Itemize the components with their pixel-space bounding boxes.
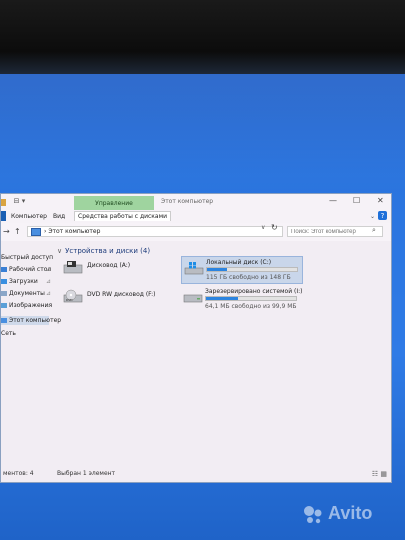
ribbon: Компьютер Вид Средства работы с дисками … xyxy=(1,210,391,224)
ribbon-collapse-icon[interactable]: ⌄ xyxy=(370,213,375,220)
chevron-down-icon: ∨ xyxy=(57,247,63,255)
drive-local-c[interactable]: Локальный диск (C:) 115 ГБ свободно из 1… xyxy=(181,256,303,284)
dvd-drive-icon: DVD xyxy=(63,289,83,303)
quick-access-toolbar[interactable]: ⊟ ▾ xyxy=(7,197,26,205)
watermark-text: Avito xyxy=(328,503,373,523)
address-field[interactable]: › Этот компьютер xyxy=(27,226,283,237)
refresh-icon[interactable]: ↻ xyxy=(271,223,278,232)
pictures-icon xyxy=(1,303,7,308)
sidebar-item-pictures[interactable]: Изображения xyxy=(1,302,52,309)
content-pane: ∨ Устройства и диски (4) Дисковод (A:) DV… xyxy=(57,244,387,464)
pin-icon: ⊿ xyxy=(46,290,52,297)
file-explorer-window: ⊟ ▾ Управление Этот компьютер — ☐ ✕ Комп… xyxy=(0,193,392,483)
selection-status: Выбран 1 элемент xyxy=(57,470,116,477)
up-arrow-icon[interactable]: ↑ xyxy=(14,227,21,236)
avito-logo-icon xyxy=(304,506,322,524)
navigation-pane: Быстрый доступ Рабочий стол ⊿ Загрузки ⊿… xyxy=(1,244,61,464)
pin-icon: ⊿ xyxy=(46,278,52,285)
folder-icon xyxy=(1,199,6,206)
disk-usage-fill xyxy=(207,268,227,271)
sidebar-item-this-pc[interactable]: Этот компьютер xyxy=(1,316,61,325)
pin-icon: ⊿ xyxy=(46,266,52,273)
group-header[interactable]: ∨ Устройства и диски (4) xyxy=(57,247,150,255)
windows-drive-icon xyxy=(184,262,204,275)
floppy-drive-icon xyxy=(63,261,83,274)
tab-view[interactable]: Вид xyxy=(53,213,65,220)
svg-text:DVD: DVD xyxy=(66,298,73,302)
screen-glare xyxy=(0,74,405,194)
desktop-icon xyxy=(1,267,7,272)
tab-computer[interactable]: Компьютер xyxy=(11,213,47,220)
minimize-button[interactable]: — xyxy=(329,196,337,205)
title-bar: ⊟ ▾ Управление Этот компьютер — ☐ ✕ xyxy=(1,194,391,210)
download-icon xyxy=(1,279,7,284)
help-button[interactable]: ? xyxy=(378,211,387,220)
tab-manage[interactable]: Управление xyxy=(74,196,154,210)
address-bar-row: → ↑ › Этот компьютер ∨ ↻ ⌕ xyxy=(1,223,391,241)
disk-usage-bar xyxy=(205,296,297,301)
disk-free-text: 64,1 МБ свободно из 99,9 МБ xyxy=(205,303,297,310)
search-input[interactable] xyxy=(287,226,383,237)
breadcrumb[interactable]: Этот компьютер xyxy=(48,228,100,235)
chevron-down-icon[interactable]: ∨ xyxy=(261,224,265,231)
forward-arrow-icon[interactable]: → xyxy=(3,227,10,236)
computer-icon xyxy=(31,227,41,236)
items-count: ментов: 4 xyxy=(3,470,34,477)
documents-icon xyxy=(1,291,7,296)
sidebar-item-downloads[interactable]: Загрузки xyxy=(1,278,38,285)
view-toggle-icon[interactable]: ☷ ▦ xyxy=(372,470,387,478)
sidebar-item-desktop[interactable]: Рабочий стол xyxy=(1,266,51,273)
sidebar-item-network[interactable]: Сеть xyxy=(1,330,16,337)
drive-reserved-i[interactable]: Зарезервировано системой (I:) 64,1 МБ св… xyxy=(181,286,306,312)
disk-usage-bar xyxy=(206,267,298,272)
tab-file[interactable] xyxy=(1,211,6,221)
maximize-button[interactable]: ☐ xyxy=(353,196,360,205)
disk-usage-fill xyxy=(206,297,239,300)
sidebar-item-documents[interactable]: Документы xyxy=(1,290,45,297)
close-button[interactable]: ✕ xyxy=(377,196,384,205)
disk-free-text: 115 ГБ свободно из 148 ГБ xyxy=(206,274,291,281)
status-bar: ментов: 4 Выбран 1 элемент ☷ ▦ xyxy=(1,468,391,482)
window-title: Этот компьютер xyxy=(161,198,214,205)
computer-icon xyxy=(1,318,7,323)
tab-disk-tools[interactable]: Средства работы с дисками xyxy=(74,211,172,221)
hard-drive-icon xyxy=(183,294,203,303)
drive-floppy[interactable]: Дисковод (A:) xyxy=(63,260,163,280)
monitor-bezel xyxy=(0,0,405,74)
sidebar-item-quick-access[interactable]: Быстрый доступ xyxy=(1,254,53,261)
drive-dvd[interactable]: DVD DVD RW дисковод (F:) xyxy=(63,289,163,309)
pin-icon: ⊿ xyxy=(46,302,52,309)
search-icon[interactable]: ⌕ xyxy=(372,226,376,235)
